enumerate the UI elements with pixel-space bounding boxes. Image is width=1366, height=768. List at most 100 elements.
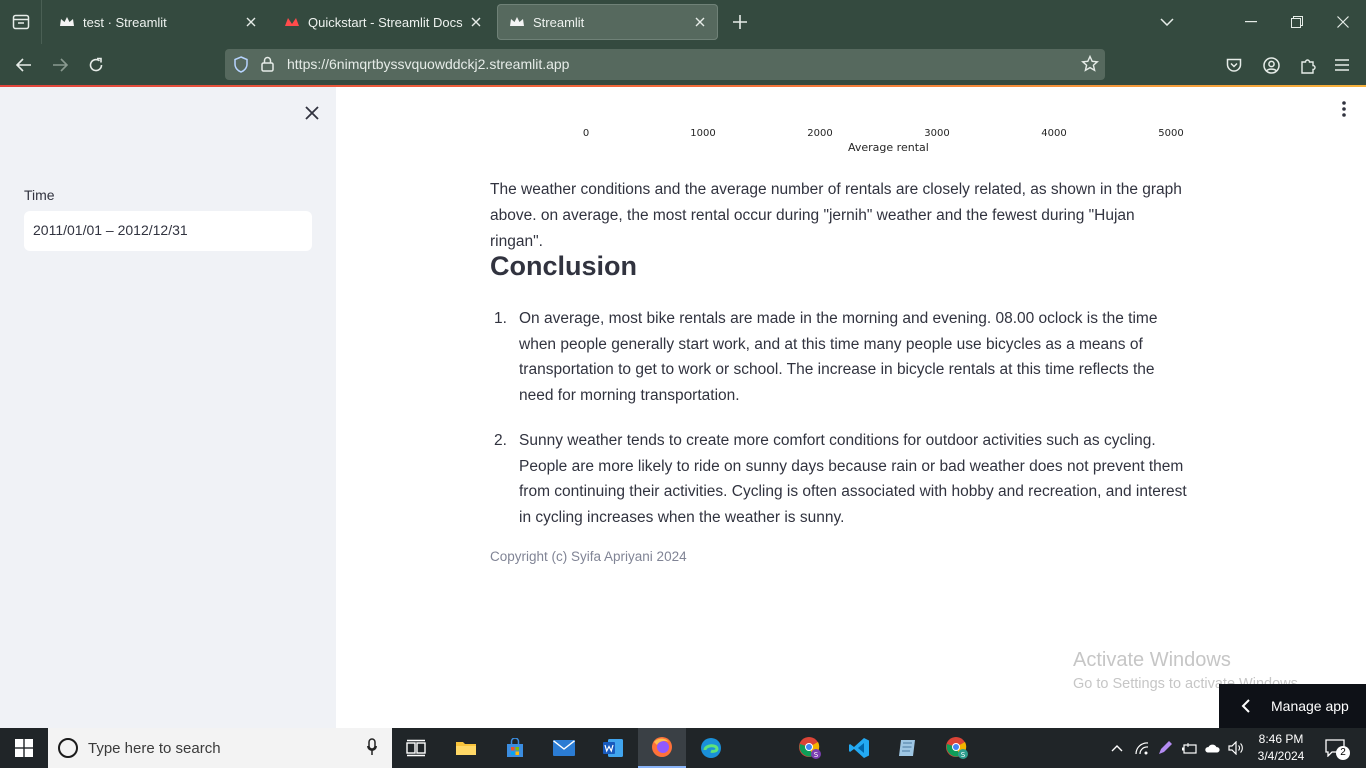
notes-app-button[interactable] — [884, 728, 932, 768]
mail-icon — [553, 740, 575, 756]
shield-icon[interactable] — [233, 56, 249, 78]
windows-logo-icon — [15, 739, 33, 757]
chrome-icon: S — [946, 737, 968, 759]
streamlit-crown-icon — [59, 14, 75, 30]
puzzle-icon — [1300, 58, 1316, 74]
pocket-icon — [1226, 58, 1242, 72]
word-button[interactable] — [589, 728, 637, 768]
list-number: 1. — [494, 310, 507, 327]
file-explorer-button[interactable] — [442, 728, 490, 768]
chrome-profile-2-button[interactable]: S — [933, 728, 981, 768]
list-text: Sunny weather tends to create more comfo… — [519, 432, 1187, 527]
arrow-left-icon — [16, 58, 31, 72]
x-tick-label: 1000 — [690, 128, 716, 139]
microphone-icon[interactable] — [364, 738, 380, 758]
task-view-button[interactable] — [392, 728, 440, 768]
streamlit-sidebar: Time 2011/01/01 – 2012/12/31 — [0, 87, 336, 728]
firefox-button[interactable] — [638, 728, 686, 768]
minimize-button[interactable] — [1228, 0, 1274, 44]
wifi-icon[interactable] — [1134, 740, 1150, 756]
chrome-profile-button[interactable]: S — [786, 728, 834, 768]
lock-icon[interactable] — [261, 56, 274, 77]
microsoft-store-button[interactable] — [491, 728, 539, 768]
conclusion-heading: Conclusion — [490, 251, 637, 281]
weather-paragraph: The weather conditions and the average n… — [490, 181, 1182, 250]
onedrive-icon[interactable] — [1204, 740, 1220, 756]
tab-title: test · Streamlit — [83, 14, 167, 30]
folder-icon — [456, 742, 476, 755]
browser-tab-bar: test · Streamlit Quickstart - Streamlit … — [0, 0, 1366, 44]
word-icon — [603, 739, 623, 757]
manage-app-button[interactable]: Manage app — [1219, 684, 1366, 728]
pen-icon[interactable] — [1157, 740, 1173, 756]
close-icon — [1337, 16, 1349, 28]
mail-button[interactable] — [540, 728, 588, 768]
bookmark-star-icon[interactable] — [1081, 54, 1099, 78]
scrollbar[interactable] — [1350, 131, 1366, 731]
list-all-tabs-button[interactable] — [1144, 0, 1190, 44]
pocket-button[interactable] — [1220, 52, 1248, 78]
svg-text:S: S — [961, 751, 966, 759]
tab-title: Streamlit — [533, 14, 585, 30]
main-menu-button[interactable] — [1336, 99, 1352, 119]
reload-icon — [89, 57, 103, 72]
time-label: Time — [24, 187, 55, 203]
back-button[interactable] — [10, 52, 38, 78]
copyright-text: Copyright (c) Syifa Apriyani 2024 — [490, 549, 687, 564]
reload-button[interactable] — [82, 52, 110, 78]
tab-test-streamlit[interactable]: test · Streamlit — [47, 4, 269, 40]
plus-icon — [733, 15, 747, 29]
minimize-icon — [1245, 21, 1257, 23]
list-text: On average, most bike rentals are made i… — [519, 310, 1158, 405]
extensions-button[interactable] — [1293, 52, 1321, 78]
clock-time: 8:46 PM — [1258, 732, 1304, 746]
vscode-icon — [849, 738, 869, 758]
close-tab-icon[interactable] — [243, 14, 259, 30]
new-tab-button[interactable] — [728, 10, 752, 34]
tab-quickstart-docs[interactable]: Quickstart - Streamlit Docs — [272, 4, 494, 40]
x-tick-label: 0 — [582, 128, 590, 139]
chevron-down-icon — [1160, 18, 1174, 26]
tab-list-icon — [12, 14, 29, 30]
edge-button[interactable] — [687, 728, 735, 768]
watermark-title: Activate Windows — [1073, 649, 1231, 671]
system-clock[interactable]: 8:46 PM 3/4/2024 — [1250, 731, 1312, 765]
battery-icon[interactable] — [1181, 740, 1197, 756]
vscode-button[interactable] — [835, 728, 883, 768]
cortana-icon — [58, 738, 78, 758]
forward-button[interactable] — [46, 52, 74, 78]
restore-button[interactable] — [1274, 0, 1320, 44]
tab-streamlit-active[interactable]: Streamlit — [497, 4, 718, 40]
menu-button[interactable] — [1328, 52, 1356, 78]
taskbar-search-box[interactable]: Type here to search — [48, 728, 392, 768]
list-item: 1. On average, most bike rentals are mad… — [490, 306, 1190, 411]
edge-icon — [701, 738, 721, 758]
account-button[interactable] — [1257, 52, 1285, 78]
browser-nav-bar: https://6nimqrtbyssvquowddckj2.streamlit… — [0, 44, 1366, 85]
action-center-button[interactable]: 2 — [1322, 736, 1350, 760]
close-sidebar-button[interactable] — [300, 101, 324, 125]
date-range-input[interactable]: 2011/01/01 – 2012/12/31 — [24, 211, 312, 251]
notes-icon — [899, 740, 915, 756]
account-icon — [1262, 56, 1280, 74]
start-button[interactable] — [0, 728, 48, 768]
clock-date: 3/4/2024 — [1257, 749, 1305, 763]
close-tab-icon[interactable] — [692, 14, 708, 30]
streamlit-red-icon — [284, 14, 300, 30]
more-vertical-icon — [1342, 101, 1346, 117]
show-hidden-icons-button[interactable] — [1109, 740, 1125, 756]
chevron-left-icon — [1241, 699, 1255, 713]
arrow-right-icon — [53, 58, 68, 72]
address-bar[interactable]: https://6nimqrtbyssvquowddckj2.streamlit… — [225, 49, 1105, 80]
url-text[interactable]: https://6nimqrtbyssvquowddckj2.streamlit… — [287, 56, 569, 72]
x-tick-label: 2000 — [807, 128, 833, 139]
list-number: 2. — [494, 432, 507, 449]
close-icon — [305, 106, 319, 120]
volume-icon[interactable] — [1228, 740, 1244, 756]
main-content: 0 1000 2000 3000 4000 5000 Average renta… — [336, 87, 1366, 731]
close-window-button[interactable] — [1320, 0, 1366, 44]
x-tick-label: 5000 — [1158, 128, 1184, 139]
close-tab-icon[interactable] — [468, 14, 484, 30]
firefox-view-button[interactable] — [0, 0, 42, 44]
task-view-icon — [406, 739, 426, 757]
